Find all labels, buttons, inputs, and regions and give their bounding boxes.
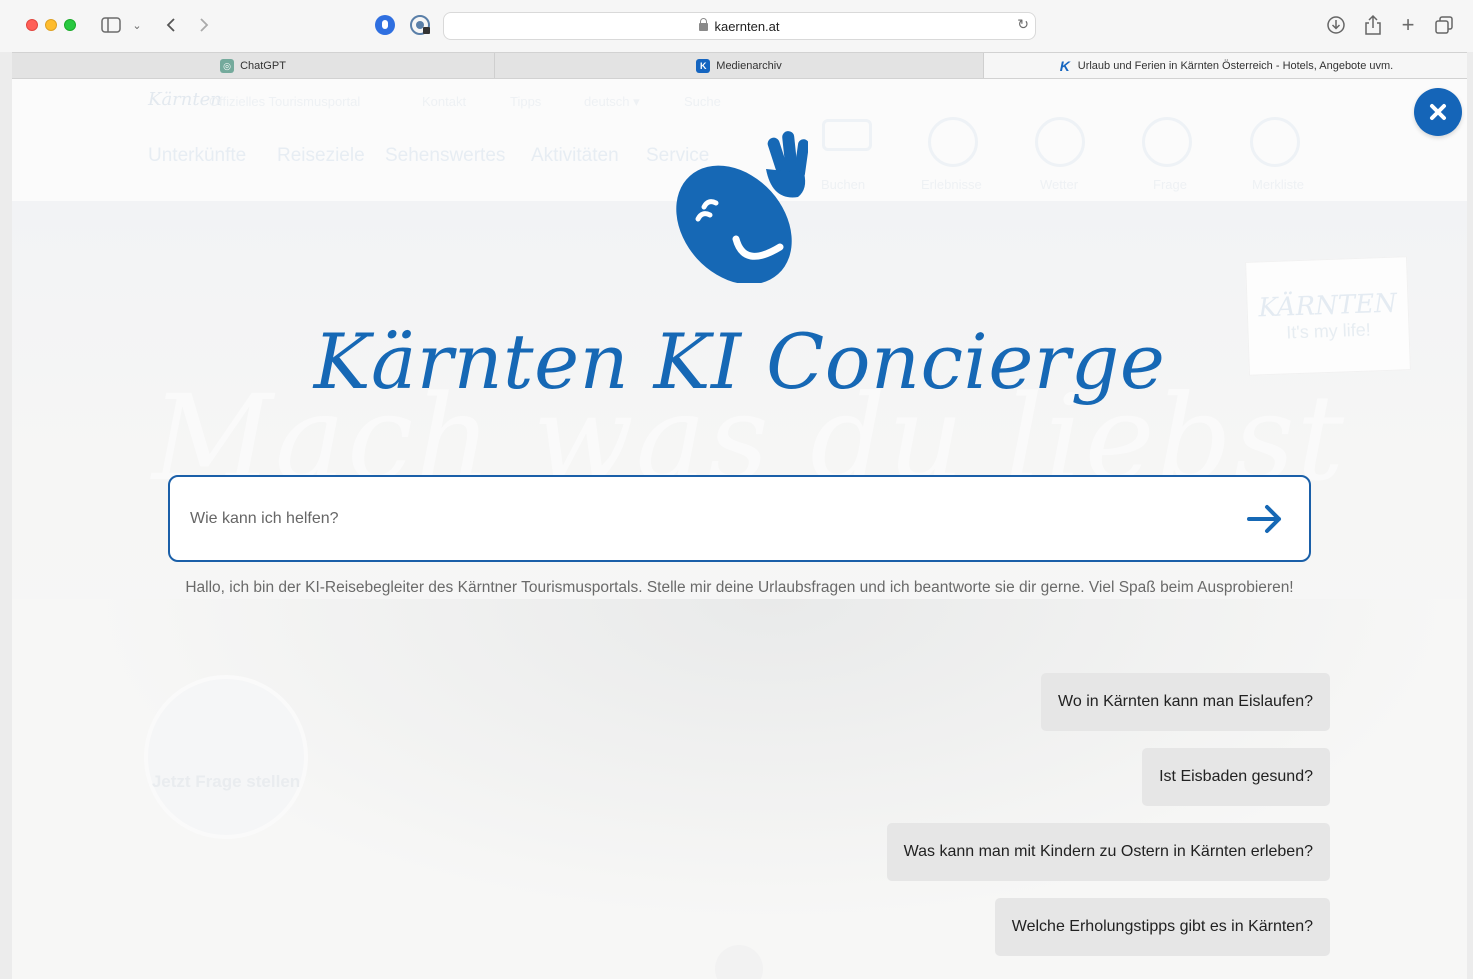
zoom-window-button[interactable] [64,19,76,31]
icon-nav-merkliste[interactable]: Merkliste [1252,177,1304,192]
downloads-icon[interactable] [1325,12,1347,38]
icon-nav-erlebnisse[interactable]: Erlebnisse [921,177,982,192]
top-link-language[interactable]: deutsch ▾ [584,94,640,110]
sun-icon [1035,117,1085,167]
close-overlay-button[interactable] [1414,88,1462,136]
minimize-window-button[interactable] [45,19,57,31]
tab-bar: ◎ ChatGPT K Medienarchiv K Urlaub und Fe… [12,52,1467,79]
nav-aktivitaeten[interactable]: Aktivitäten [531,145,619,167]
forward-icon[interactable] [193,12,215,38]
kaernten-k-icon: K [696,58,711,73]
bed-icon [822,119,872,151]
intro-text: Hallo, ich bin der KI-Reisebegleiter des… [185,579,1294,596]
send-button[interactable] [1235,489,1295,549]
ask-question-circle[interactable]: Jetzt Frage stellen [144,675,308,839]
url-text: kaernten.at [714,18,780,34]
icon-nav-frage[interactable]: Frage [1153,177,1187,192]
tab-label: Urlaub und Ferien in Kärnten Österreich … [1077,59,1394,72]
page-viewport: Kärnten Offizielles Tourismusportal Kont… [12,79,1467,979]
chevron-down-icon[interactable]: ⌄ [130,12,144,38]
close-window-button[interactable] [26,19,38,31]
site-tagline: Offizielles Tourismusportal [209,94,361,109]
suggestion-chip[interactable]: Welche Erholungstipps gibt es in Kärnten… [994,898,1330,956]
concierge-search-box [168,475,1311,562]
ask-question-label: Jetzt Frage stellen [151,772,301,791]
icon-nav-wetter[interactable]: Wetter [1040,177,1078,192]
question-input[interactable] [170,477,1235,560]
star-icon [928,117,978,167]
suggestion-list: Wo in Kärnten kann man Eislaufen? Ist Ei… [886,673,1330,973]
concierge-mascot-icon [676,131,808,283]
close-icon [1430,104,1446,120]
concierge-title: Kärnten KI Concierge [313,317,1166,406]
tab-chatgpt[interactable]: ◎ ChatGPT [12,53,495,78]
nav-unterkuenfte[interactable]: Unterkünfte [148,145,246,167]
arrow-right-icon [1247,504,1281,533]
mascot-faint-icon [1142,117,1192,167]
chatgpt-icon: ◎ [220,58,235,73]
reload-icon[interactable]: ↻ [1017,16,1029,33]
tab-label: Medienarchiv [716,59,782,72]
top-link-tipps[interactable]: Tipps [510,94,541,109]
suggestion-chip[interactable]: Was kann man mit Kindern zu Ostern in Kä… [886,823,1330,881]
sidebar-toggle-icon[interactable] [100,12,122,38]
password-extension-icon[interactable] [408,12,432,38]
heart-icon [1250,117,1300,167]
kaernten-k-icon: K [1059,57,1070,74]
tab-medienarchiv[interactable]: K Medienarchiv [495,53,984,78]
privacy-hand-icon[interactable] [373,12,397,38]
tab-overview-icon[interactable] [1433,12,1455,38]
lock-icon [699,18,709,31]
icon-nav-buchen[interactable]: Buchen [821,177,865,192]
browser-toolbar: ⌄ kaernten.at ↻ + [0,0,1473,52]
tab-kaernten[interactable]: K Urlaub und Ferien in Kärnten Österreic… [984,53,1467,78]
top-link-kontakt[interactable]: Kontakt [422,94,466,109]
share-icon[interactable] [1362,12,1384,38]
address-bar[interactable]: kaernten.at ↻ [443,12,1036,40]
suggestion-chip[interactable]: Ist Eisbaden gesund? [1142,748,1330,806]
back-icon[interactable] [160,12,182,38]
top-link-suche[interactable]: Suche [684,94,721,109]
tab-label: ChatGPT [240,59,286,72]
nav-reiseziele[interactable]: Reiseziele [277,145,365,167]
suggestion-chip[interactable]: Wo in Kärnten kann man Eislaufen? [1041,673,1330,731]
new-tab-icon[interactable]: + [1397,12,1419,38]
nav-sehenswertes[interactable]: Sehenswertes [385,145,505,167]
